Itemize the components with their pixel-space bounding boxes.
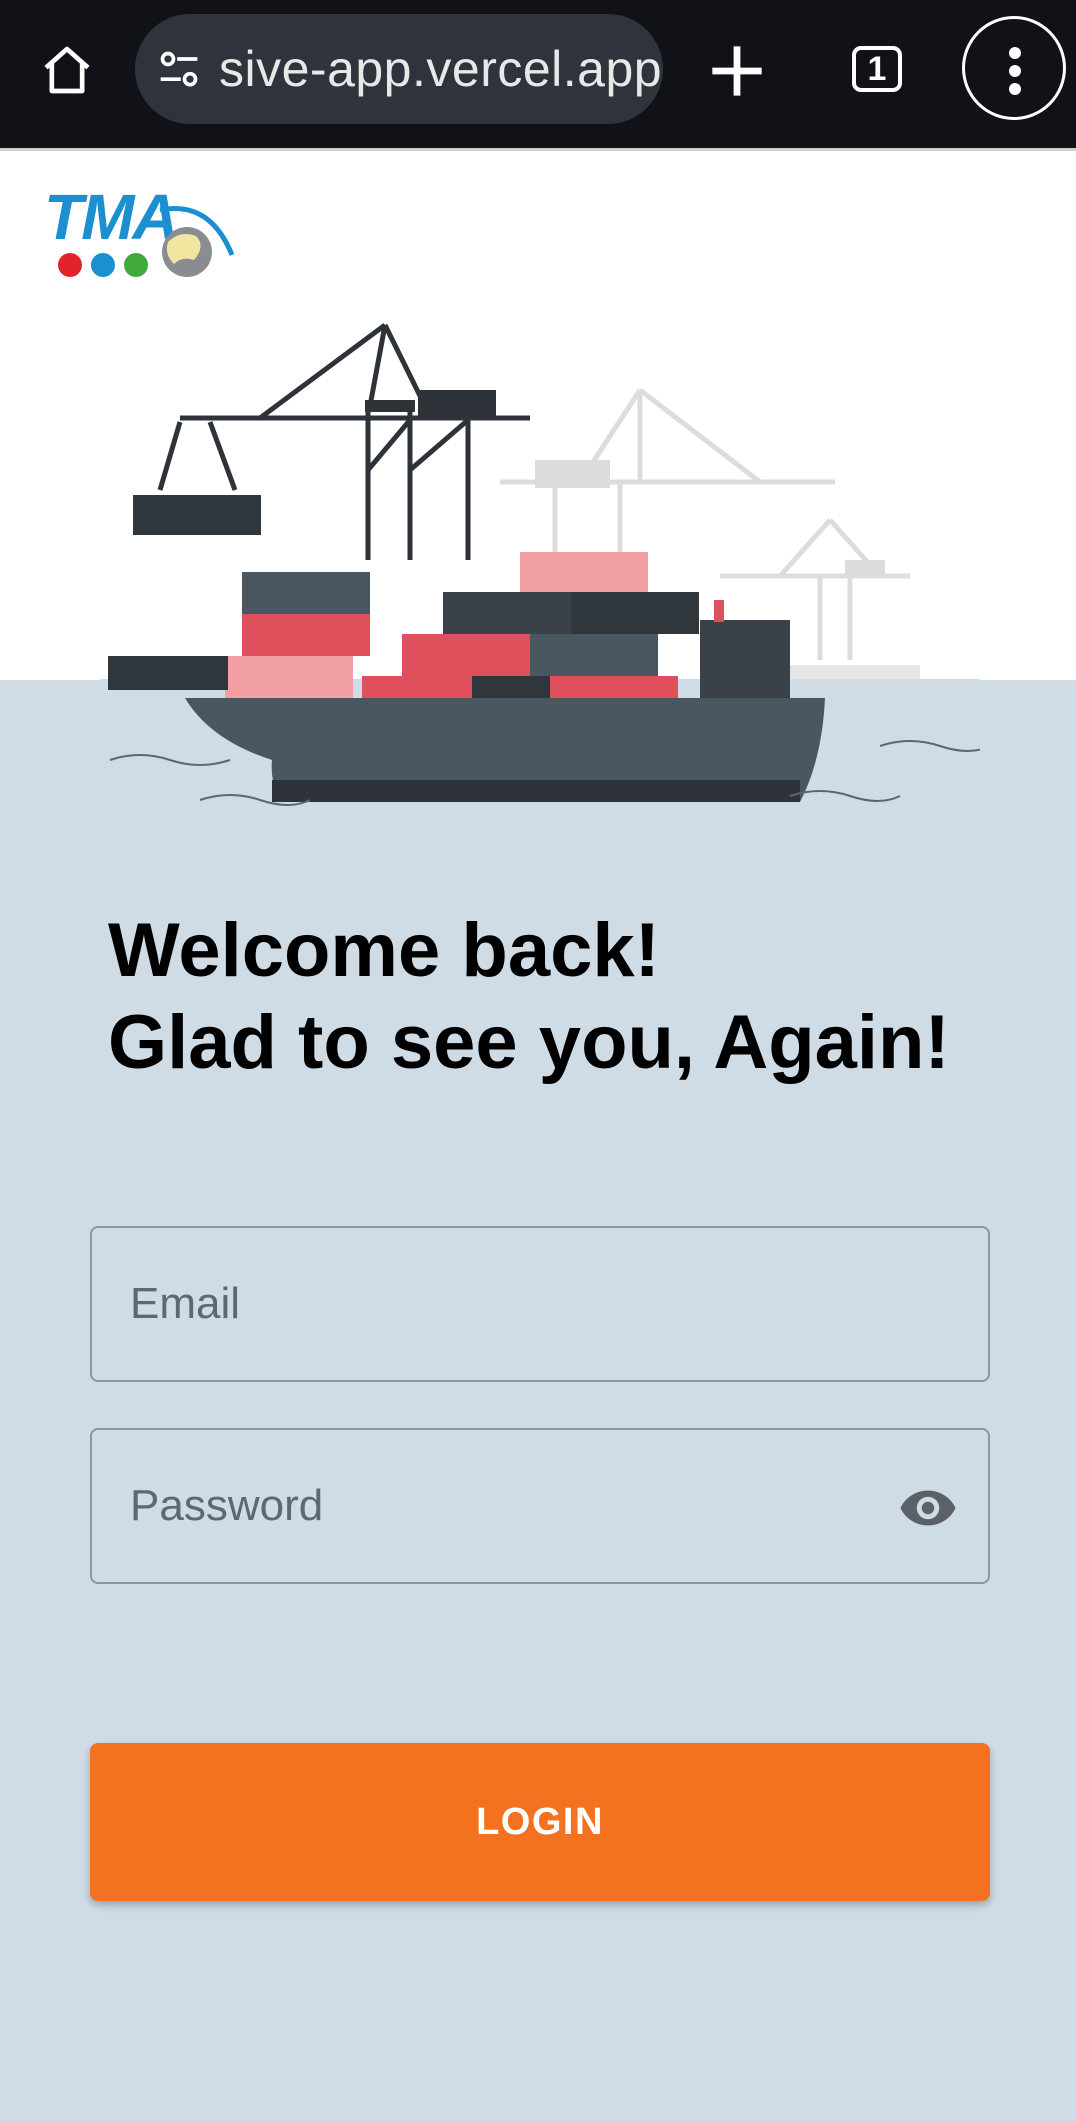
company-logo: TMA [40, 180, 240, 285]
browser-toolbar: sive-app.vercel.app 1 [0, 0, 1076, 148]
plus-icon[interactable] [700, 34, 774, 108]
welcome-line-2: Glad to see you, Again! [108, 1000, 950, 1085]
visibility-icon[interactable] [896, 1478, 960, 1538]
welcome-line-1: Welcome back! [108, 908, 660, 993]
cargo-ship-illustration [100, 322, 980, 810]
home-icon [44, 46, 90, 94]
page-background [0, 680, 1076, 2121]
more-vert-icon[interactable] [962, 16, 1066, 120]
url-text: sive-app.vercel.app [219, 41, 663, 97]
tune-icon[interactable] [157, 48, 201, 92]
home-button[interactable] [32, 30, 102, 110]
email-field[interactable] [90, 1226, 990, 1382]
welcome-heading: Welcome back! Glad to see you, Again! [108, 905, 1008, 1089]
login-button[interactable]: LOGIN [90, 1743, 990, 1901]
tab-switcher-icon[interactable]: 1 [852, 46, 902, 92]
password-field[interactable] [90, 1428, 990, 1584]
toolbar-divider [0, 148, 1076, 151]
email-input[interactable] [92, 1228, 988, 1380]
password-input[interactable] [92, 1430, 988, 1582]
address-bar[interactable]: sive-app.vercel.app [135, 14, 663, 124]
